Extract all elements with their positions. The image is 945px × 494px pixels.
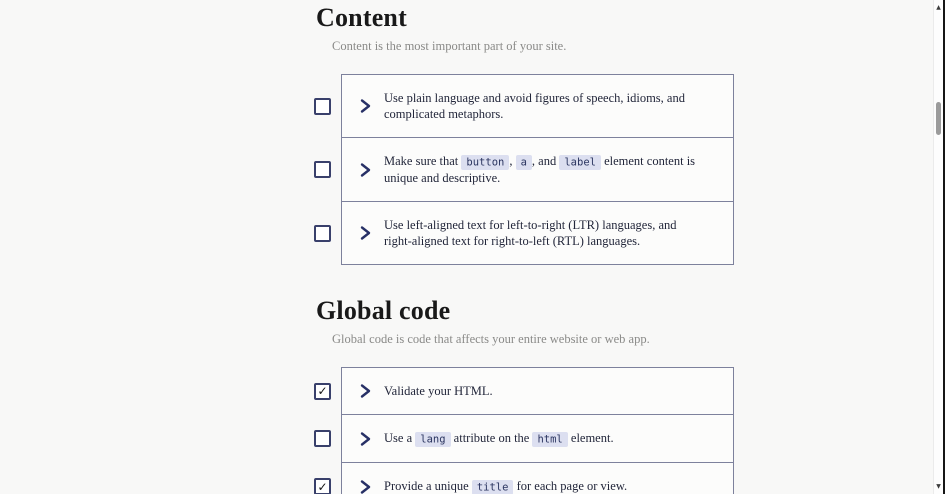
- checklist-row: ✓ Provide a unique title for each page o…: [314, 462, 734, 494]
- item-checkbox[interactable]: [314, 224, 331, 242]
- checklist-row: Use a lang attribute on the html element…: [314, 414, 734, 463]
- scrollbar-thumb[interactable]: [936, 102, 941, 135]
- inline-code-chip: a: [515, 154, 532, 170]
- checklist: ✓ Validate your HTML. Use a lang attribu…: [314, 367, 734, 494]
- checklist-item-card[interactable]: Use a lang attribute on the html element…: [341, 414, 734, 463]
- checklist-row: Use left-aligned text for left-to-right …: [314, 201, 734, 265]
- item-checkbox[interactable]: [314, 97, 331, 115]
- chevron-right-icon: [358, 431, 372, 447]
- item-checkbox[interactable]: ✓: [314, 478, 331, 494]
- checklist-row: Use plain language and avoid figures of …: [314, 74, 734, 138]
- item-text: Provide a unique title for each page or …: [384, 478, 627, 494]
- section-title: Global code: [316, 296, 451, 325]
- chevron-right-icon: [358, 162, 372, 178]
- item-text: Use a lang attribute on the html element…: [384, 430, 614, 447]
- scroll-up-icon[interactable]: ▲: [934, 4, 943, 12]
- inline-code-chip: title: [471, 479, 514, 494]
- inline-code-chip: html: [532, 431, 568, 447]
- item-text: Use plain language and avoid figures of …: [384, 90, 707, 122]
- chevron-right-icon: [358, 225, 372, 241]
- vertical-scrollbar[interactable]: ▲ ▼: [933, 0, 945, 494]
- text-fragment: Make sure that: [384, 154, 462, 168]
- item-checkbox[interactable]: ✓: [314, 382, 331, 400]
- inline-code-chip: button: [461, 154, 510, 170]
- inline-code-chip: label: [559, 154, 601, 170]
- checklist-section: Content Content is the most important pa…: [314, 2, 734, 265]
- item-text: Make sure that button, a, and label elem…: [384, 153, 707, 186]
- browser-viewport: Content Content is the most important pa…: [0, 0, 933, 494]
- chevron-right-icon: [358, 98, 372, 114]
- section-title: Content: [316, 3, 407, 32]
- item-checkbox[interactable]: [314, 161, 331, 178]
- section-subtitle: Content is the most important part of yo…: [332, 39, 567, 53]
- checklist-item-card[interactable]: Provide a unique title for each page or …: [341, 462, 734, 494]
- checklist: Use plain language and avoid figures of …: [314, 74, 734, 265]
- text-fragment: Provide a unique: [384, 479, 472, 493]
- checklist-row: ✓ Validate your HTML.: [314, 367, 734, 415]
- checklist-item-card[interactable]: Make sure that button, a, and label elem…: [341, 137, 734, 202]
- chevron-right-icon: [358, 383, 372, 399]
- checklist-row: Make sure that button, a, and label elem…: [314, 137, 734, 202]
- item-checkbox[interactable]: [314, 430, 331, 447]
- text-fragment: Use left-aligned text for left-to-right …: [384, 218, 677, 248]
- text-fragment: Use a: [384, 431, 416, 445]
- text-fragment: element.: [567, 431, 614, 445]
- text-fragment: Use plain language and avoid figures of …: [384, 91, 685, 121]
- checklist-item-card[interactable]: Use left-aligned text for left-to-right …: [341, 201, 734, 265]
- chevron-right-icon: [358, 479, 372, 494]
- item-text: Use left-aligned text for left-to-right …: [384, 217, 707, 249]
- checklist-item-card[interactable]: Validate your HTML.: [341, 367, 734, 415]
- text-fragment: , and: [531, 154, 560, 168]
- checklist-main: Content Content is the most important pa…: [314, 0, 734, 494]
- item-text: Validate your HTML.: [384, 383, 493, 399]
- text-fragment: ,: [509, 154, 516, 168]
- section-subtitle: Global code is code that affects your en…: [332, 332, 650, 346]
- scroll-down-icon[interactable]: ▼: [934, 483, 943, 491]
- text-fragment: attribute on the: [450, 431, 533, 445]
- checklist-section: Global code Global code is code that aff…: [314, 295, 734, 494]
- text-fragment: for each page or view.: [513, 479, 628, 493]
- checklist-item-card[interactable]: Use plain language and avoid figures of …: [341, 74, 734, 138]
- inline-code-chip: lang: [415, 431, 451, 447]
- text-fragment: Validate your HTML.: [384, 384, 493, 398]
